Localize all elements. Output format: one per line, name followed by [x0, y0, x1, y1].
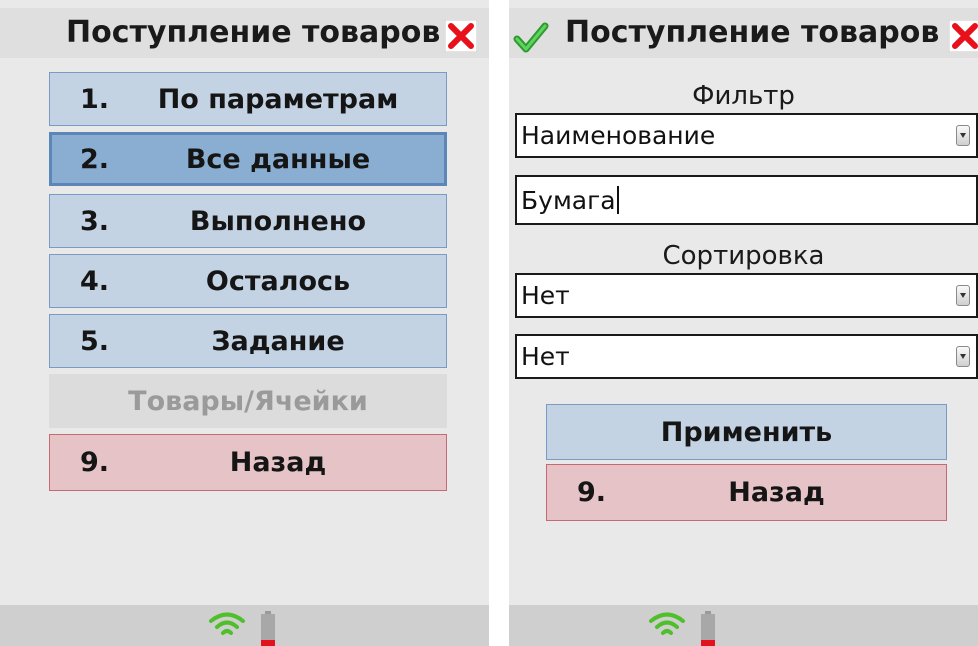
- menu-button-remaining[interactable]: 4. Осталось: [49, 254, 447, 308]
- dropdown-arrow-icon[interactable]: [956, 346, 970, 367]
- goods-cells-disabled-item: Товары/Ячейки: [49, 374, 447, 428]
- filter-value-input[interactable]: Бумага: [515, 175, 978, 225]
- menu-label: Выполнено: [189, 205, 367, 237]
- back-button[interactable]: 9. Назад: [546, 464, 947, 521]
- wifi-icon: [209, 612, 245, 635]
- menu-number: 2.: [80, 143, 110, 175]
- back-number: 9.: [577, 477, 607, 508]
- apply-button[interactable]: Применить: [546, 404, 947, 460]
- sort-1-value: Нет: [521, 281, 570, 310]
- menu-button-all-data[interactable]: 2. Все данные: [49, 132, 447, 186]
- dropdown-arrow-icon[interactable]: [956, 125, 970, 146]
- page-title: Поступление товаров: [565, 15, 940, 50]
- battery-icon: [701, 611, 715, 646]
- sort-label: Сортировка: [662, 241, 825, 271]
- title-bar: Поступление товаров: [0, 8, 489, 58]
- status-bar: [0, 605, 489, 646]
- menu-button-task[interactable]: 5. Задание: [49, 314, 447, 368]
- menu-number: 5.: [80, 325, 110, 357]
- status-bar: [509, 605, 978, 646]
- sort-select-2[interactable]: Нет: [515, 334, 978, 379]
- menu-label: Осталось: [205, 265, 351, 297]
- filter-value-text: Бумага: [521, 185, 616, 215]
- back-label: Назад: [229, 447, 327, 478]
- menu-label: По параметрам: [157, 83, 399, 115]
- text-caret: [616, 186, 619, 214]
- filter-label: Фильтр: [692, 81, 795, 111]
- sort-select-1[interactable]: Нет: [515, 273, 978, 318]
- dropdown-arrow-icon[interactable]: [956, 285, 970, 306]
- close-icon[interactable]: [949, 20, 978, 52]
- wifi-icon: [649, 612, 685, 635]
- menu-number: 1.: [80, 83, 110, 115]
- filter-field-select[interactable]: Наименование: [515, 113, 978, 158]
- sort-2-value: Нет: [521, 342, 570, 371]
- menu-number: 4.: [80, 265, 110, 297]
- checkmark-icon[interactable]: [513, 22, 549, 54]
- close-icon[interactable]: [445, 20, 477, 52]
- page-title: Поступление товаров: [66, 15, 441, 50]
- filter-field-value: Наименование: [521, 121, 716, 150]
- back-number: 9.: [80, 447, 110, 478]
- menu-button-by-parameters[interactable]: 1. По параметрам: [49, 72, 447, 126]
- left-screen: Поступление товаров 1. По параметрам 2. …: [0, 0, 489, 646]
- right-screen: Поступление товаров Фильтр Наименование …: [509, 0, 978, 646]
- menu-label: Все данные: [185, 143, 371, 175]
- back-label: Назад: [728, 477, 825, 508]
- battery-icon: [261, 611, 275, 646]
- back-button[interactable]: 9. Назад: [49, 434, 447, 491]
- menu-number: 3.: [80, 205, 110, 237]
- menu-label: Задание: [211, 325, 345, 357]
- title-bar: Поступление товаров: [509, 8, 978, 58]
- menu-button-completed[interactable]: 3. Выполнено: [49, 194, 447, 248]
